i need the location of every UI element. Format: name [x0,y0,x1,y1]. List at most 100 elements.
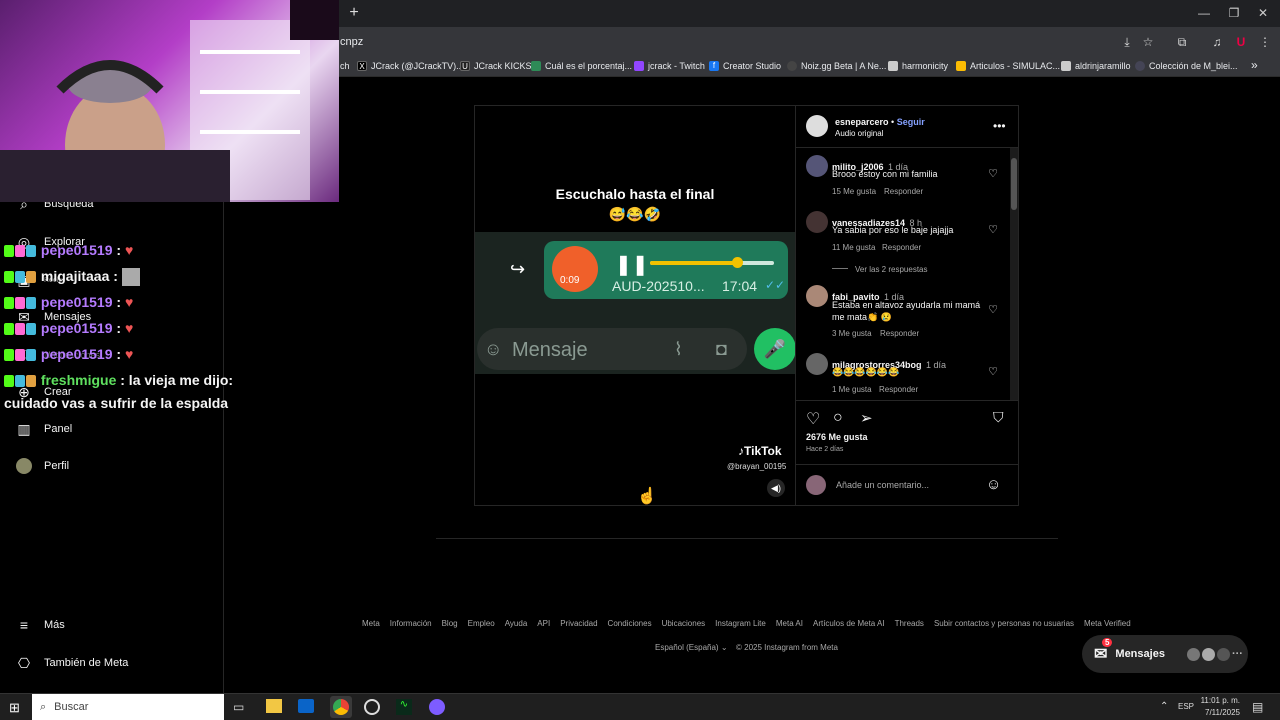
post-author[interactable]: esneparcero [835,117,889,127]
heart-icon[interactable]: ♡ [987,224,999,236]
close-icon[interactable]: ✕ [1253,4,1273,22]
obs-icon[interactable] [364,699,380,715]
avatar [1186,647,1200,661]
language-select[interactable]: Español (España) ⌄ [655,643,728,652]
comment-input[interactable]: Añade un comentario... [836,480,929,490]
comment-avatar[interactable] [806,211,828,233]
star-icon[interactable]: ☆ [1140,34,1156,50]
messages-button[interactable]: ✉ 5 Mensajes ··· [1082,635,1248,673]
footer-link[interactable]: Ubicaciones [662,619,706,628]
comment-likes[interactable]: 3 Me gusta [832,329,872,338]
footer-link[interactable]: Artículos de Meta AI [813,619,885,628]
footer-link[interactable]: Privacidad [560,619,597,628]
bookmark-item[interactable]: aldrinjaramillo [1061,61,1131,71]
extensions-icon[interactable]: ⧉ [1174,34,1190,50]
audio-progress-track[interactable] [650,261,774,265]
author-avatar[interactable] [806,115,828,137]
taskbar-search[interactable]: ⌕ Buscar [32,694,224,720]
sidebar-item-panel[interactable]: ▥ Panel [16,421,72,437]
chrome-icon[interactable] [333,699,349,715]
bookmark-item[interactable]: U JCrack KICKS [460,61,532,71]
heart-icon[interactable]: ♡ [987,304,999,316]
footer-link[interactable]: Meta AI [776,619,803,628]
footer-link[interactable]: Empleo [468,619,495,628]
footer-link[interactable]: Blog [442,619,458,628]
sidebar-also-meta[interactable]: ⎔ También de Meta [16,655,129,671]
outlook-icon[interactable] [298,699,314,713]
clock-date[interactable]: 7/11/2025 [1198,708,1240,717]
post-audio[interactable]: Audio original [835,129,883,138]
footer-link[interactable]: Subir contactos y personas no usuarias [934,619,1074,628]
likes-count[interactable]: 2676 Me gusta [806,432,868,442]
more-options-icon[interactable]: ••• [993,119,1006,133]
mic-icon[interactable]: 🎤 [754,328,796,370]
footer-link[interactable]: API [537,619,550,628]
bookmark-item[interactable]: f Creator Studio [709,61,781,71]
doc-icon [1061,61,1071,71]
sidebar-more[interactable]: ≡ Más [16,617,65,633]
chevron-up-icon[interactable]: ⌃ [1160,701,1168,712]
discord-icon[interactable] [429,699,445,715]
like-icon[interactable]: ♡ [806,409,820,429]
windows-start-icon[interactable]: ⊞ [9,700,20,716]
comment-avatar[interactable] [806,353,828,375]
footer-link[interactable]: Condiciones [608,619,652,628]
footer-link[interactable]: Ayuda [505,619,528,628]
bookmark-item[interactable]: Cuál es el porcentaj... [531,61,632,71]
footer-link[interactable]: Instagram Lite [715,619,766,628]
footer-link[interactable]: Threads [895,619,924,628]
task-view-icon[interactable]: ▭ [233,700,244,714]
follow-button[interactable]: Seguir [897,117,925,127]
clock-time[interactable]: 11:01 p. m. [1198,696,1240,705]
attach-icon[interactable]: ⌇ [674,339,683,360]
menu-icon[interactable]: ⋮ [1257,34,1273,50]
scrollbar-thumb[interactable] [1011,158,1017,210]
install-icon[interactable]: ⤓ [1119,34,1135,50]
reply-button[interactable]: Responder [879,385,918,394]
comment-avatar[interactable] [806,285,828,307]
footer-link[interactable]: Meta Verified [1084,619,1131,628]
heart-icon[interactable]: ♡ [987,366,999,378]
bookmark-item[interactable]: Articulos - SIMULAC... [956,61,1060,71]
bookmarks-more[interactable]: » [1251,58,1258,72]
bookmark-item[interactable]: ch [340,61,350,71]
sidebar-item-profile[interactable]: Perfil [16,458,69,474]
mute-icon[interactable]: ◀) [767,479,785,497]
bookmark-item[interactable]: X JCrack (@JCrackTV)... [357,61,464,71]
comment-likes[interactable]: 1 Me gusta [832,385,872,394]
reply-button[interactable]: Responder [884,187,923,196]
reply-button[interactable]: Responder [880,329,919,338]
bookmark-item[interactable]: Noiz.gg Beta | A Ne... [787,61,886,71]
footer-link[interactable]: Meta [362,619,380,628]
sticker-icon[interactable]: ☺ [484,339,502,360]
bookmark-icon[interactable]: ⛉ [993,409,1004,426]
footer-link[interactable]: Información [390,619,432,628]
restore-icon[interactable]: ❐ [1224,4,1244,22]
new-tab-button[interactable]: + [346,5,362,21]
share-icon[interactable]: ➢ [860,409,873,427]
reply-button[interactable]: Responder [882,243,921,252]
media-icon[interactable]: ♫ [1209,34,1225,50]
streamer-image [0,0,339,202]
recent-avatars: ··· [1186,647,1243,661]
app-icon[interactable]: ∿ [396,699,412,715]
profile-icon[interactable]: U [1233,34,1249,50]
camera-icon[interactable]: ◘ [716,339,727,360]
view-replies[interactable]: Ver las 2 respuestas [855,265,927,274]
comment-icon[interactable]: ○ [833,409,843,427]
emoji-icon[interactable]: ☺ [986,476,1001,493]
bookmark-item[interactable]: harmonicity [888,61,948,71]
comment-likes[interactable]: 11 Me gusta [832,243,875,252]
minimize-icon[interactable]: — [1194,4,1214,22]
bookmark-item[interactable]: Colección de M_blei... [1135,61,1238,71]
file-explorer-icon[interactable] [266,699,282,713]
bookmark-item[interactable]: jcrack - Twitch [634,61,705,71]
heart-icon[interactable]: ♡ [987,168,999,180]
url-field[interactable]: cnpz [340,36,363,48]
comment-likes[interactable]: 15 Me gusta [832,187,876,196]
pause-icon[interactable]: ❚❚ [615,252,649,277]
comment-avatar[interactable] [806,155,828,177]
audio-progress-knob[interactable] [731,257,743,268]
language-indicator[interactable]: ESP [1178,702,1194,711]
notification-icon[interactable]: ▤ [1252,700,1263,714]
